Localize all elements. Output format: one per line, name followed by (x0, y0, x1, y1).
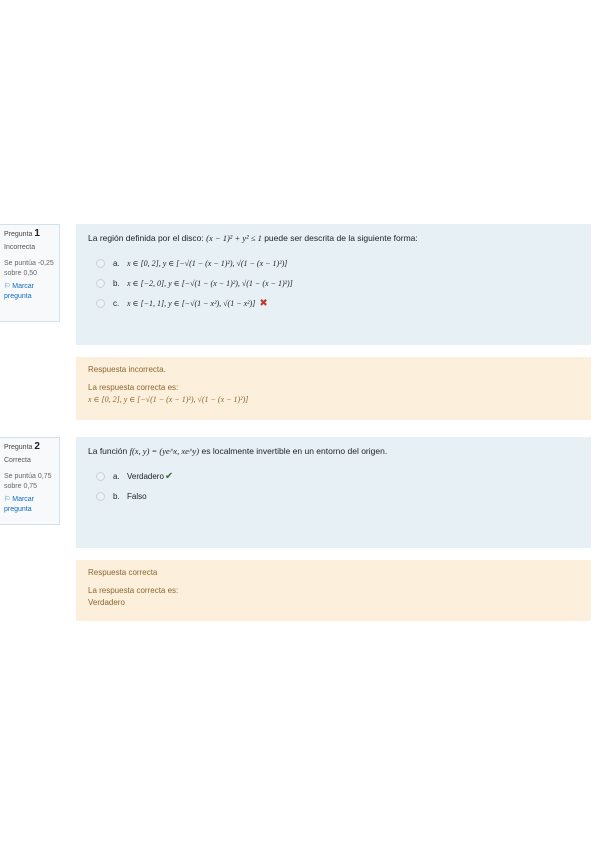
flag-question-link[interactable]: ⚐ Marcar pregunta (4, 282, 59, 302)
question-grade: Se puntúa 0,75 sobre 0,75 (4, 473, 52, 490)
question-number: Pregunta 2 (4, 442, 59, 453)
question-number-value: 1 (34, 228, 40, 239)
question-formula: (x − 1)² + y² ≤ 1 (206, 233, 262, 243)
answer-option-a[interactable]: a. Verdadero ✔ (88, 466, 579, 486)
question-number-value: 2 (34, 441, 40, 452)
question-number-label: Pregunta (4, 231, 33, 238)
flag-icon: ⚐ (4, 283, 11, 290)
answer-option-b[interactable]: b. x ∈ [−2, 0], y ∈ [−√(1 − (x − 1)²), √… (88, 273, 579, 293)
right-answer: La respuesta correcta es: Verdadero (88, 585, 579, 609)
feedback-text: Respuesta correcta (88, 568, 158, 577)
option-text: x ∈ [−2, 0], y ∈ [−√(1 − (x − 1)²), √(1 … (127, 278, 293, 288)
answer-option-b[interactable]: b. Falso (88, 486, 579, 506)
right-answer-value: Verdadero (88, 598, 125, 607)
option-letter: c. (113, 298, 120, 308)
radio-button[interactable] (96, 258, 105, 268)
radio-button[interactable] (96, 278, 105, 288)
radio-button[interactable] (96, 471, 105, 481)
right-answer-value: x ∈ [0, 2], y ∈ [−√(1 − (x − 1)²), √(1 −… (88, 395, 249, 404)
question-1-formulation: La región definida por el disco: (x − 1)… (76, 224, 591, 345)
radio-button[interactable] (96, 491, 105, 501)
question-2-info: Pregunta 2 Correcta Se puntúa 0,75 sobre… (0, 437, 60, 525)
option-text: x ∈ [0, 2], y ∈ [−√(1 − (x − 1)²), √(1 −… (127, 258, 288, 268)
answer-option-c[interactable]: c. x ∈ [−1, 1], y ∈ [−√(1 − x²), √(1 − x… (88, 293, 579, 313)
option-letter: a. (113, 258, 120, 268)
answer-option-a[interactable]: a. x ∈ [0, 2], y ∈ [−√(1 − (x − 1)²), √(… (88, 253, 579, 273)
question-grade: Se puntúa -0,25 sobre 0,50 (4, 260, 54, 277)
right-answer: La respuesta correcta es: x ∈ [0, 2], y … (88, 382, 579, 406)
question-text-after: es localmente invertible en un entorno d… (199, 446, 388, 456)
question-1-info: Pregunta 1 Incorrecta Se puntúa -0,25 so… (0, 224, 60, 322)
question-text-before: La región definida por el disco: (88, 233, 207, 243)
incorrect-icon: ✖ (259, 297, 268, 309)
question-2-formulation: La función f(x, y) = (ye^x, xe^y) es loc… (76, 437, 591, 548)
flag-question-link[interactable]: ⚐ Marcar pregunta (4, 495, 59, 515)
question-1-outcome: Respuesta incorrecta. La respuesta corre… (76, 357, 591, 420)
question-text-before: La función (88, 446, 130, 456)
option-letter: b. (113, 491, 120, 501)
question-state: Correcta (4, 457, 31, 464)
option-text: Falso (127, 491, 147, 501)
question-number-label: Pregunta (4, 444, 33, 451)
option-letter: a. (113, 471, 120, 481)
radio-button[interactable] (96, 298, 105, 308)
question-text: La función f(x, y) = (ye^x, xe^y) es loc… (88, 446, 579, 456)
question-formula: f(x, y) = (ye^x, xe^y) (129, 446, 200, 456)
question-2-outcome: Respuesta correcta La respuesta correcta… (76, 560, 591, 621)
correct-icon: ✔ (164, 470, 174, 482)
question-number: Pregunta 1 (4, 229, 59, 240)
option-text: x ∈ [−1, 1], y ∈ [−√(1 − x²), √(1 − x²)] (127, 298, 256, 308)
option-letter: b. (113, 278, 120, 288)
right-answer-label: La respuesta correcta es: (88, 586, 179, 595)
question-text: La región definida por el disco: (x − 1)… (88, 233, 579, 243)
flag-icon: ⚐ (4, 496, 11, 503)
feedback-text: Respuesta incorrecta. (88, 365, 166, 374)
question-state: Incorrecta (4, 244, 36, 251)
question-text-after: puede ser descrita de la siguiente forma… (261, 233, 418, 243)
option-text: Verdadero (127, 471, 164, 481)
right-answer-label: La respuesta correcta es: (88, 383, 179, 392)
